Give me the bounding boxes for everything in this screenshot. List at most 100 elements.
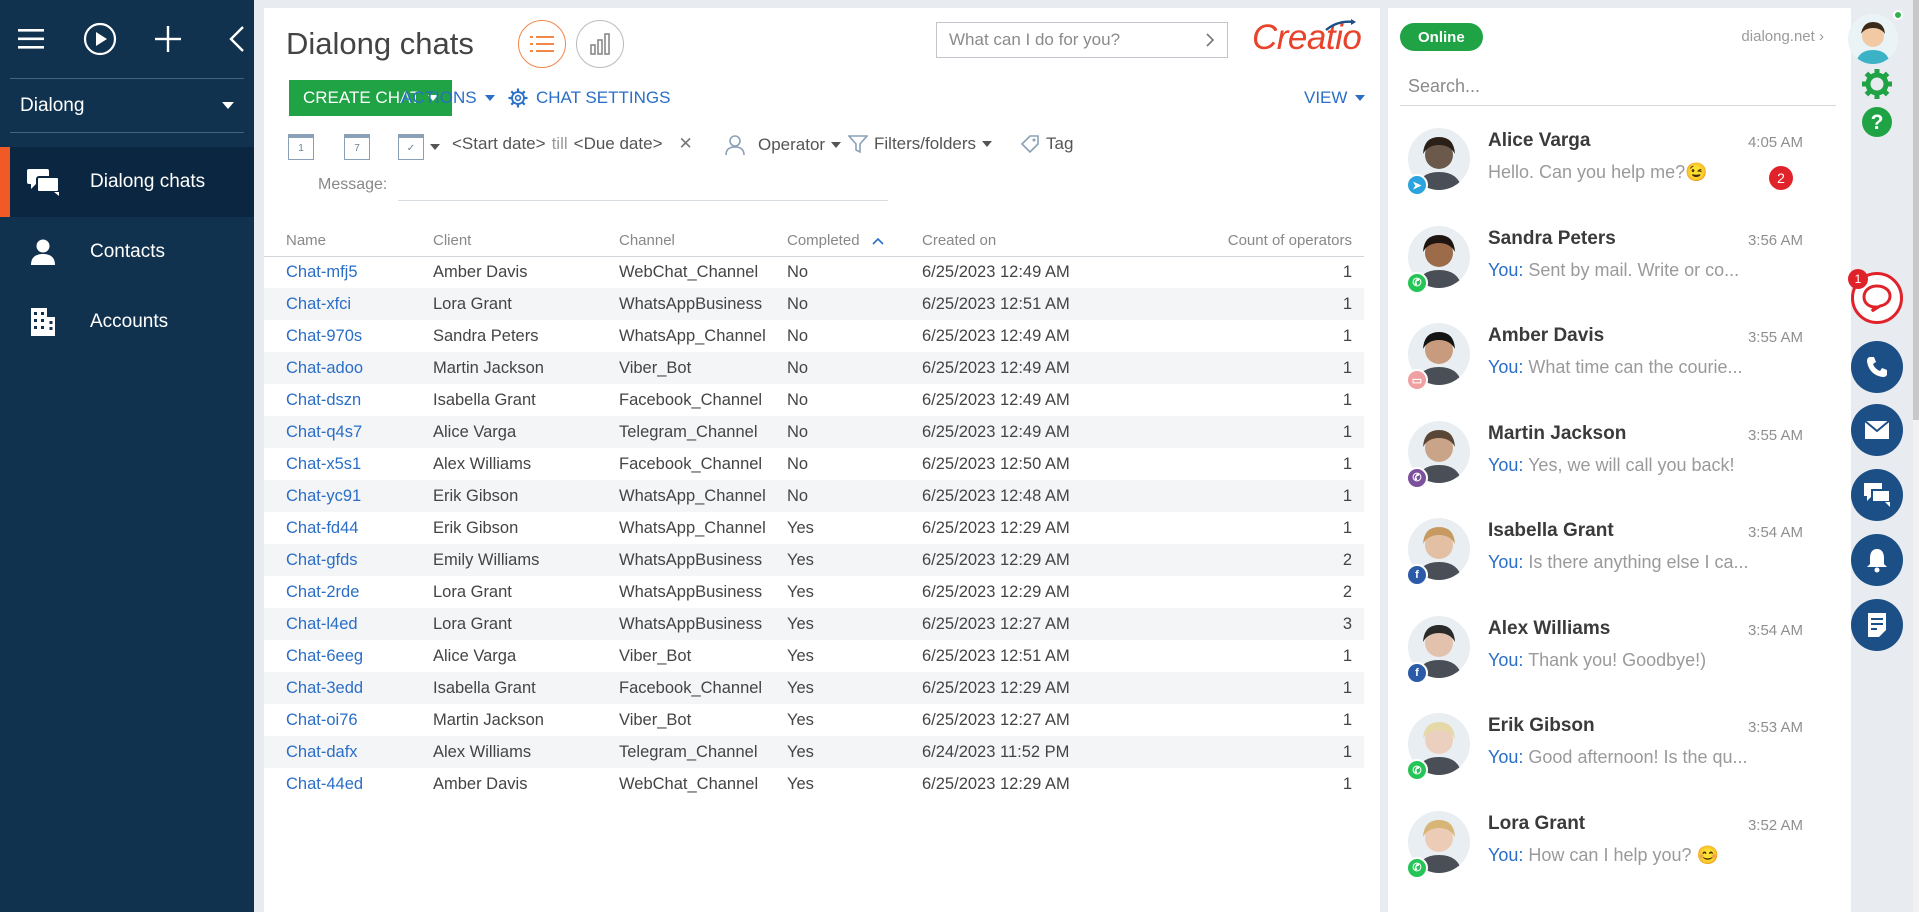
chat-name-link[interactable]: Chat-l4ed xyxy=(264,608,433,640)
list-view-button[interactable] xyxy=(518,20,566,68)
table-row[interactable]: Chat-adoo Martin Jackson Viber_Bot No 6/25/2… xyxy=(264,352,1364,384)
table-row[interactable]: Chat-dafx Alex Williams Telegram_Channel Ye… xyxy=(264,736,1364,768)
facebook-icon: f xyxy=(1406,564,1428,586)
chat-name-link[interactable]: Chat-adoo xyxy=(264,352,433,384)
chat-name-link[interactable]: Chat-dafx xyxy=(264,736,433,768)
workspace-select[interactable]: Dialong xyxy=(10,79,244,133)
chat-list-item[interactable]: ✆ Martin Jackson 3:55 AM You: Yes, we will … xyxy=(1388,413,1851,511)
date-filter-day-button[interactable]: 1 xyxy=(288,134,314,160)
sidebar-item-contacts[interactable]: Contacts xyxy=(0,217,254,287)
comments-rail-button[interactable] xyxy=(1851,469,1903,521)
channel-cell: Viber_Bot xyxy=(619,358,692,377)
column-header-name[interactable]: Name xyxy=(264,226,433,257)
table-row[interactable]: Chat-44ed Amber Davis WebChat_Channel Yes 6/… xyxy=(264,768,1364,800)
date-range-filter[interactable]: <Start date> till <Due date> ✕ xyxy=(452,134,693,154)
analytics-view-button[interactable] xyxy=(576,20,624,68)
table-row[interactable]: Chat-l4ed Lora Grant WhatsAppBusiness Yes 6/… xyxy=(264,608,1364,640)
created-on-cell: 6/25/2023 12:29 AM xyxy=(922,518,1070,537)
sidebar-item-dialong-chats[interactable]: Dialong chats xyxy=(0,147,254,217)
command-line-placeholder: What can I do for you? xyxy=(949,30,1121,49)
column-header-count-operators[interactable]: Count of operators xyxy=(1100,226,1364,257)
collapse-icon[interactable] xyxy=(220,21,255,57)
table-row[interactable]: Chat-xfci Lora Grant WhatsAppBusiness No 6/2… xyxy=(264,288,1364,320)
chat-list-item[interactable]: ✆ Lora Grant 3:52 AM You: How can I help yo… xyxy=(1388,803,1851,901)
table-row[interactable]: Chat-gfds Emily Williams WhatsAppBusiness Y… xyxy=(264,544,1364,576)
tag-icon xyxy=(1020,135,1039,154)
chat-name-link[interactable]: Chat-oi76 xyxy=(264,704,433,736)
chat-name-link[interactable]: Chat-gfds xyxy=(264,544,433,576)
view-button[interactable]: VIEW xyxy=(1304,80,1366,116)
table-row[interactable]: Chat-x5s1 Alex Williams Facebook_Channel No… xyxy=(264,448,1364,480)
table-row[interactable]: Chat-mfj5 Amber Davis WebChat_Channel No 6/2… xyxy=(264,256,1364,288)
chat-name-link[interactable]: Chat-dszn xyxy=(264,384,433,416)
date-filter-period-button[interactable]: ✓ xyxy=(398,134,440,160)
help-icon[interactable]: ? xyxy=(1861,106,1893,143)
table-row[interactable]: Chat-3edd Isabella Grant Facebook_Channel Y… xyxy=(264,672,1364,704)
table-row[interactable]: Chat-2rde Lora Grant WhatsAppBusiness Yes 6/… xyxy=(264,576,1364,608)
filters-folders-button[interactable]: Filters/folders xyxy=(848,134,993,154)
chat-name-link[interactable]: Chat-yc91 xyxy=(264,480,433,512)
client-cell: Martin Jackson xyxy=(433,358,544,377)
chat-contact-name: Martin Jackson xyxy=(1488,422,1627,444)
chat-name-link[interactable]: Chat-x5s1 xyxy=(264,448,433,480)
chat-name-link[interactable]: Chat-xfci xyxy=(264,288,433,320)
scrollbar-thumb[interactable] xyxy=(1913,0,1919,420)
message-input[interactable] xyxy=(398,200,888,201)
chat-name-link[interactable]: Chat-q4s7 xyxy=(264,416,433,448)
chat-list-item[interactable]: ✆ Sandra Peters 3:56 AM You: Sent by mail. … xyxy=(1388,218,1851,316)
play-icon[interactable] xyxy=(83,21,118,57)
chat-list-item[interactable]: f Alex Williams 3:54 AM You: Thank you! Goo… xyxy=(1388,608,1851,706)
phone-rail-button[interactable] xyxy=(1851,341,1903,393)
clear-icon[interactable]: ✕ xyxy=(679,134,693,154)
chat-list-item[interactable]: f Isabella Grant 3:54 AM You: Is there anyt… xyxy=(1388,510,1851,608)
table-row[interactable]: Chat-fd44 Erik Gibson WhatsApp_Channel Yes 6… xyxy=(264,512,1364,544)
table-row[interactable]: Chat-970s Sandra Peters WhatsApp_Channel No… xyxy=(264,320,1364,352)
message-text: Thank you! Goodbye!) xyxy=(1528,649,1707,670)
created-on-cell: 6/25/2023 12:49 AM xyxy=(922,390,1070,409)
command-line-input[interactable]: What can I do for you? xyxy=(936,22,1228,58)
chat-name-link[interactable]: Chat-6eeg xyxy=(264,640,433,672)
chat-name-link[interactable]: Chat-44ed xyxy=(264,768,433,800)
you-prefix: You: xyxy=(1488,649,1524,670)
tag-filter-button[interactable]: Tag xyxy=(1020,134,1073,154)
domain-link[interactable]: dialong.net › xyxy=(1741,28,1824,45)
column-header-completed[interactable]: Completed xyxy=(787,226,922,257)
gear-icon[interactable] xyxy=(1861,68,1893,105)
chat-list-item[interactable]: ✆ Erik Gibson 3:53 AM You: Good afternoon! … xyxy=(1388,705,1851,803)
table-row[interactable]: Chat-dszn Isabella Grant Facebook_Channel N… xyxy=(264,384,1364,416)
chat-name-link[interactable]: Chat-2rde xyxy=(264,576,433,608)
chat-settings-button[interactable]: CHAT SETTINGS xyxy=(508,80,670,116)
chat-name-link[interactable]: Chat-fd44 xyxy=(264,512,433,544)
chat-name-link[interactable]: Chat-970s xyxy=(264,320,433,352)
table-row[interactable]: Chat-yc91 Erik Gibson WhatsApp_Channel No 6/… xyxy=(264,480,1364,512)
sidebar-item-label: Dialong chats xyxy=(90,171,206,192)
chat-name-link[interactable]: Chat-3edd xyxy=(264,672,433,704)
completed-cell: No xyxy=(787,486,809,505)
user-avatar[interactable] xyxy=(1848,14,1898,64)
actions-button[interactable]: ACTIONS xyxy=(401,80,495,116)
column-header-created-on[interactable]: Created on xyxy=(922,226,1100,257)
add-icon[interactable] xyxy=(151,21,186,57)
document-rail-button[interactable] xyxy=(1851,599,1903,651)
table-row[interactable]: Chat-oi76 Martin Jackson Viber_Bot Yes 6/25/… xyxy=(264,704,1364,736)
chat-rail-button[interactable]: 1 xyxy=(1848,269,1903,324)
page-scrollbar[interactable] xyxy=(1913,0,1919,912)
column-header-channel[interactable]: Channel xyxy=(619,226,787,257)
chat-list-item[interactable]: ▭ Amber Davis 3:55 AM You: What time can th… xyxy=(1388,315,1851,413)
notifications-rail-button[interactable] xyxy=(1851,534,1903,586)
column-header-client[interactable]: Client xyxy=(433,226,619,257)
table-row[interactable]: Chat-q4s7 Alice Varga Telegram_Channel No 6/… xyxy=(264,416,1364,448)
chat-name-link[interactable]: Chat-mfj5 xyxy=(264,256,433,288)
chat-search-input[interactable]: Search... xyxy=(1400,66,1836,106)
channel-cell: WebChat_Channel xyxy=(619,262,759,281)
date-filter-week-button[interactable]: 7 xyxy=(344,134,370,160)
chat-list-item[interactable]: ➤ Alice Varga 4:05 AM Hello. Can you help m… xyxy=(1388,120,1851,218)
mail-rail-button[interactable] xyxy=(1851,404,1903,456)
operators-count-cell: 1 xyxy=(1342,294,1352,313)
chat-panel-header: Online dialong.net › xyxy=(1388,8,1851,56)
operator-filter[interactable]: Operator xyxy=(724,134,842,156)
table-row[interactable]: Chat-6eeg Alice Varga Viber_Bot Yes 6/25/202… xyxy=(264,640,1364,672)
status-badge[interactable]: Online xyxy=(1400,23,1483,51)
menu-icon[interactable] xyxy=(14,21,49,57)
sidebar-item-accounts[interactable]: Accounts xyxy=(0,287,254,357)
